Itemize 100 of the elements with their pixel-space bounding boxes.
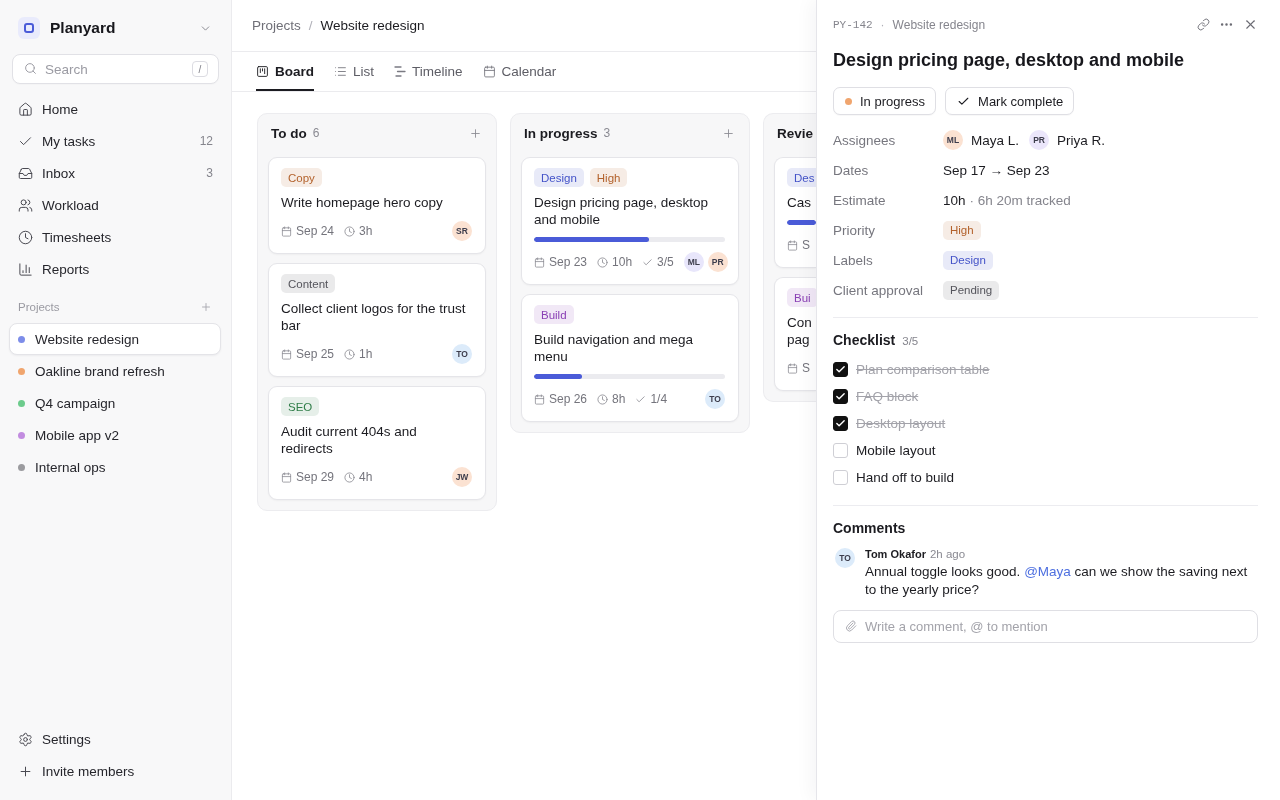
project-item[interactable]: Mobile app v2 <box>9 419 221 451</box>
mention-link[interactable]: @Maya <box>1024 564 1071 579</box>
checklist-count: 3/5 <box>902 335 919 347</box>
due-date: S <box>802 238 810 252</box>
card-title: Design pricing page, desktop and mobile <box>534 194 710 228</box>
card-title: Build navigation and mega menu <box>534 331 695 365</box>
nav-item[interactable]: Workload <box>9 189 222 221</box>
task-card[interactable]: Design High Design pricing page, desktop and mobile Sep 23 10h 3/5 ML PR <box>521 157 739 285</box>
checkbox[interactable] <box>833 416 848 431</box>
project-link[interactable]: Website redesign <box>892 17 986 32</box>
field-label: Labels <box>833 252 874 268</box>
task-card[interactable]: SEO Audit current 404s and redirects Sep 29 4h JW <box>268 386 486 500</box>
link-button[interactable] <box>1197 18 1210 31</box>
view-tab[interactable]: Calendar <box>482 52 557 91</box>
comment-text: Annual toggle looks good. @Maya can we show the saving next to the yearly price? <box>865 563 1249 599</box>
project-item[interactable]: Internal ops <box>9 451 221 483</box>
due-date: Sep 26 <box>549 392 588 406</box>
clock-icon <box>344 225 356 237</box>
task-card[interactable]: Build Build navigation and mega menu Sep 26 8h 1/4 TO <box>521 294 739 422</box>
view-tab[interactable]: List <box>334 52 375 91</box>
label-tag[interactable]: Design <box>943 250 993 270</box>
field-value: 10h <box>943 192 966 208</box>
section-title: Comments <box>833 520 906 536</box>
section-title: Projects <box>18 301 60 313</box>
field-label: Dates <box>833 162 870 178</box>
breadcrumb-current[interactable]: Website redesign <box>320 18 425 33</box>
add-card-button[interactable] <box>722 126 735 140</box>
view-tab[interactable]: Timeline <box>394 52 463 91</box>
project-item[interactable]: Oakline brand refresh <box>9 355 221 387</box>
avatar: PR <box>1029 130 1050 150</box>
calendar-icon <box>281 348 292 360</box>
shortcut-key: / <box>192 61 208 77</box>
item-count: 12 <box>199 134 213 148</box>
assignee-name[interactable]: Maya L. <box>971 132 1020 148</box>
label-tag: Bui <box>787 288 816 307</box>
nav-item[interactable]: Reports <box>9 253 222 285</box>
label-tag: Build <box>534 305 574 324</box>
section-title: Checklist <box>833 332 896 348</box>
link-icon <box>1197 18 1210 31</box>
search-icon <box>24 62 37 75</box>
check-icon <box>835 391 846 402</box>
nav-item[interactable]: My tasks 12 <box>9 125 222 157</box>
nav-item[interactable]: Inbox 3 <box>9 157 222 189</box>
column-title: In progress <box>524 125 598 141</box>
checkbox[interactable] <box>833 362 848 377</box>
avatar: TO <box>452 344 472 364</box>
assignee-name[interactable]: Priya R. <box>1057 132 1106 148</box>
view-tab[interactable]: Board <box>256 52 314 91</box>
due-date: Sep 29 <box>296 470 335 484</box>
column-title: Revie <box>777 125 814 141</box>
nav-item[interactable]: Timesheets <box>9 221 222 253</box>
avatar: ML <box>943 130 963 150</box>
due-date: Sep 23 <box>549 255 588 269</box>
list-icon <box>334 65 347 78</box>
due-date: S <box>802 361 810 375</box>
time-estimate: 4h <box>359 470 373 484</box>
clock-icon <box>344 471 356 483</box>
board-icon <box>256 65 269 78</box>
calendar-icon <box>534 256 545 268</box>
label-tag: Design <box>534 168 584 187</box>
avatar: PR <box>707 252 728 272</box>
clock-icon <box>597 256 609 268</box>
calendar-icon <box>787 239 798 251</box>
mark-complete-button[interactable]: Mark complete <box>945 87 1075 115</box>
comment-field[interactable]: Write a comment, @ to mention <box>833 610 1258 643</box>
close-button[interactable] <box>1243 17 1258 32</box>
workspace-name: Planyard <box>50 19 117 37</box>
task-card[interactable]: Copy Write homepage hero copy Sep 24 3h SR <box>268 157 486 254</box>
project-item[interactable]: Q4 campaign <box>9 387 221 419</box>
column-count: 3 <box>603 126 611 140</box>
label-tag[interactable]: High <box>943 220 981 240</box>
task-card[interactable]: Bui Con pag S <box>774 277 816 391</box>
comment-time: 2h ago <box>929 548 966 560</box>
card-title: Con pag <box>787 314 813 348</box>
calendar-icon <box>281 471 292 483</box>
due-date: Sep 24 <box>296 224 335 238</box>
status-button[interactable]: In progress <box>833 87 937 115</box>
task-card[interactable]: Content Collect client logos for the trust bar Sep 25 1h TO <box>268 263 486 377</box>
avatar: TO <box>705 389 725 409</box>
close-icon <box>1243 17 1258 32</box>
checklist-item-text: Hand off to build <box>856 470 955 485</box>
task-card[interactable]: Des Cas S <box>774 157 816 268</box>
nav-item[interactable]: Invite members <box>9 755 222 787</box>
nav-item[interactable]: Home <box>9 93 222 125</box>
card-title: Audit current 404s and redirects <box>281 423 418 457</box>
settings-icon <box>18 731 33 747</box>
project-item[interactable]: Website redesign <box>9 323 221 355</box>
add-card-button[interactable] <box>469 126 482 140</box>
nav-item[interactable]: Settings <box>9 723 222 755</box>
card-title: Collect client logos for the trust bar <box>281 300 467 334</box>
calendar-icon <box>787 362 798 374</box>
breadcrumb-link[interactable]: Projects <box>252 18 301 33</box>
check-icon <box>835 418 846 429</box>
avatar: ML <box>683 252 704 272</box>
label-tag[interactable]: Pending <box>943 280 1000 300</box>
clock-icon <box>344 348 356 360</box>
users-icon <box>18 197 33 213</box>
checkbox[interactable] <box>833 389 848 404</box>
field-label: Assignees <box>833 132 897 148</box>
tracked-time: · 6h 20m tracked <box>969 192 1071 208</box>
